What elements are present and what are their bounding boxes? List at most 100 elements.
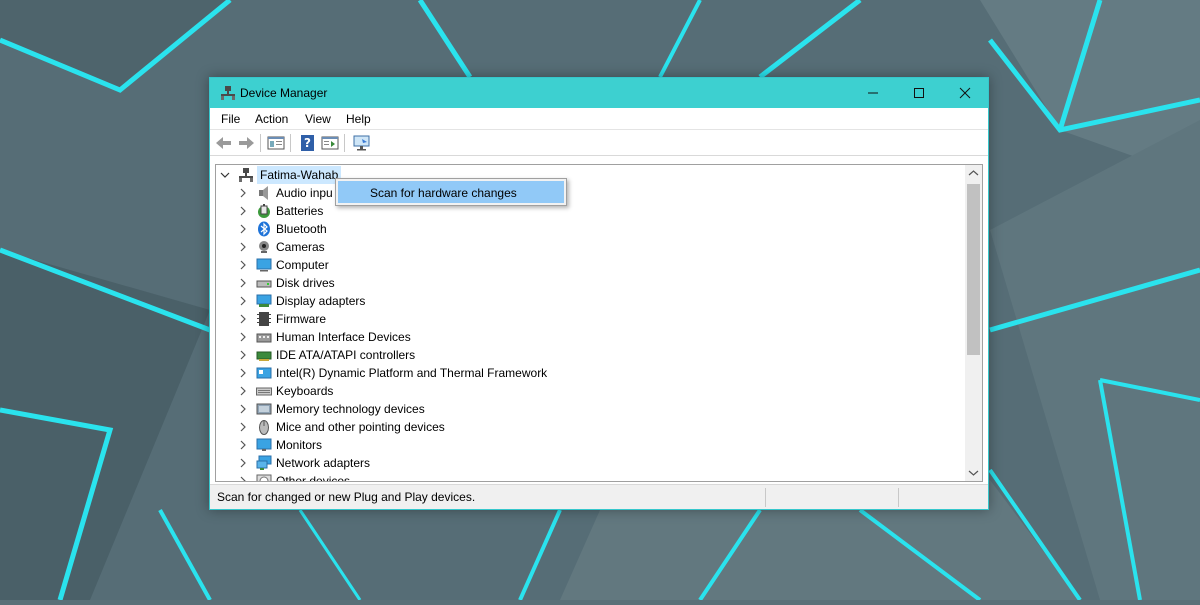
status-separator — [898, 488, 899, 507]
tree-category[interactable]: Display adapters — [216, 292, 966, 310]
display-adapter-icon — [256, 294, 272, 307]
chevron-right-icon[interactable] — [238, 422, 248, 432]
help-button[interactable]: ? — [298, 133, 318, 153]
menu-file[interactable]: File — [221, 112, 240, 126]
scroll-thumb[interactable] — [967, 184, 980, 355]
network-adapter-icon — [256, 455, 272, 470]
menu-help[interactable]: Help — [346, 112, 371, 126]
minimize-icon — [868, 92, 878, 94]
scan-hardware-button[interactable] — [352, 133, 372, 153]
category-label: Monitors — [276, 438, 323, 452]
tree-category[interactable]: Firmware — [216, 310, 966, 328]
vertical-scrollbar[interactable] — [965, 165, 982, 481]
tree-category[interactable]: Intel(R) Dynamic Platform and Thermal Fr… — [216, 364, 966, 382]
chevron-right-icon[interactable] — [238, 440, 248, 450]
tree-category[interactable]: Bluetooth — [216, 220, 966, 238]
category-label: Keyboards — [276, 384, 334, 398]
battery-icon — [258, 204, 270, 218]
chevron-right-icon[interactable] — [238, 224, 248, 234]
status-bar: Scan for changed or new Plug and Play de… — [210, 484, 988, 509]
tree-category[interactable]: Keyboards — [216, 382, 966, 400]
tree-category[interactable]: Audio inpu — [216, 184, 966, 202]
chevron-down-icon — [968, 470, 979, 476]
category-label: Cameras — [276, 240, 325, 254]
chevron-right-icon[interactable] — [238, 278, 248, 288]
chevron-right-icon[interactable] — [238, 260, 248, 270]
mouse-icon — [259, 420, 269, 435]
chevron-right-icon[interactable] — [238, 314, 248, 324]
chevron-right-icon[interactable] — [238, 458, 248, 468]
scan-for-hardware-changes-item[interactable]: Scan for hardware changes — [338, 181, 564, 203]
chevron-right-icon[interactable] — [238, 476, 248, 482]
category-label: Network adapters — [276, 456, 371, 470]
chevron-right-icon[interactable] — [238, 404, 248, 414]
tree-category[interactable]: Disk drives — [216, 274, 966, 292]
chevron-right-icon[interactable] — [238, 368, 248, 378]
maximize-icon — [914, 88, 924, 98]
scroll-up-button[interactable] — [965, 165, 982, 182]
svg-text:?: ? — [304, 136, 311, 150]
minimize-button[interactable] — [850, 78, 896, 108]
chevron-up-icon — [968, 170, 979, 176]
tree-category[interactable]: Network adapters — [216, 454, 966, 472]
category-label: Other devices — [276, 474, 351, 482]
chevron-right-icon[interactable] — [238, 188, 248, 198]
show-hide-console-tree-button[interactable] — [266, 133, 286, 153]
device-tree: Fatima-Wahab Audio inpu Batteries Blueto… — [215, 164, 983, 482]
category-label: Bluetooth — [276, 222, 327, 236]
tree-category[interactable]: Monitors — [216, 436, 966, 454]
help-icon: ? — [301, 135, 314, 151]
window-title: Device Manager — [240, 86, 328, 100]
chevron-right-icon[interactable] — [238, 206, 248, 216]
action-pane-icon — [321, 136, 339, 150]
scroll-down-button[interactable] — [965, 464, 982, 481]
maximize-button[interactable] — [896, 78, 942, 108]
category-label: Disk drives — [276, 276, 335, 290]
ide-controller-icon — [256, 351, 272, 361]
tree-category[interactable]: Mice and other pointing devices — [216, 418, 966, 436]
context-menu: Scan for hardware changes — [335, 178, 567, 206]
monitor-icon — [256, 438, 272, 451]
tree-category[interactable]: Cameras — [216, 238, 966, 256]
chevron-right-icon[interactable] — [238, 242, 248, 252]
tree-root[interactable]: Fatima-Wahab — [216, 166, 966, 184]
computer-tree-icon — [239, 168, 253, 182]
chevron-right-icon[interactable] — [238, 332, 248, 342]
category-label: Computer — [276, 258, 329, 272]
title-bar[interactable]: Device Manager — [210, 78, 988, 108]
other-devices-icon — [256, 474, 272, 481]
toolbar-separator — [290, 134, 291, 152]
close-icon — [959, 87, 971, 99]
chevron-down-icon[interactable] — [220, 170, 230, 180]
action-pane-button[interactable] — [320, 133, 340, 153]
category-label: Audio inpu — [276, 186, 333, 200]
menu-view[interactable]: View — [305, 112, 331, 126]
chevron-right-icon[interactable] — [238, 386, 248, 396]
device-manager-window: Device Manager File Action View Help ? F… — [209, 77, 989, 510]
root-label[interactable]: Fatima-Wahab — [257, 166, 342, 184]
tree-category[interactable]: Human Interface Devices — [216, 328, 966, 346]
toolbar-separator — [344, 134, 345, 152]
keyboard-icon — [256, 387, 272, 396]
category-label: IDE ATA/ATAPI controllers — [276, 348, 416, 362]
tree-category[interactable]: Memory technology devices — [216, 400, 966, 418]
tree-category[interactable]: IDE ATA/ATAPI controllers — [216, 346, 966, 364]
forward-icon — [239, 137, 254, 149]
chevron-right-icon[interactable] — [238, 296, 248, 306]
disk-drive-icon — [256, 280, 272, 288]
back-icon — [216, 137, 231, 149]
back-button[interactable] — [214, 133, 234, 153]
close-button[interactable] — [942, 78, 988, 108]
memory-device-icon — [256, 403, 272, 415]
forward-button[interactable] — [236, 133, 256, 153]
tree-category[interactable]: Other devices — [216, 472, 966, 482]
context-item-label: Scan for hardware changes — [370, 186, 517, 200]
computer-icon — [256, 258, 272, 272]
system-device-icon — [256, 367, 272, 379]
show-hide-console-tree-icon — [267, 136, 285, 150]
tree-category[interactable]: Batteries — [216, 202, 966, 220]
tree-category[interactable]: Computer — [216, 256, 966, 274]
chevron-right-icon[interactable] — [238, 350, 248, 360]
toolbar: ? — [210, 130, 988, 156]
menu-action[interactable]: Action — [255, 112, 288, 126]
